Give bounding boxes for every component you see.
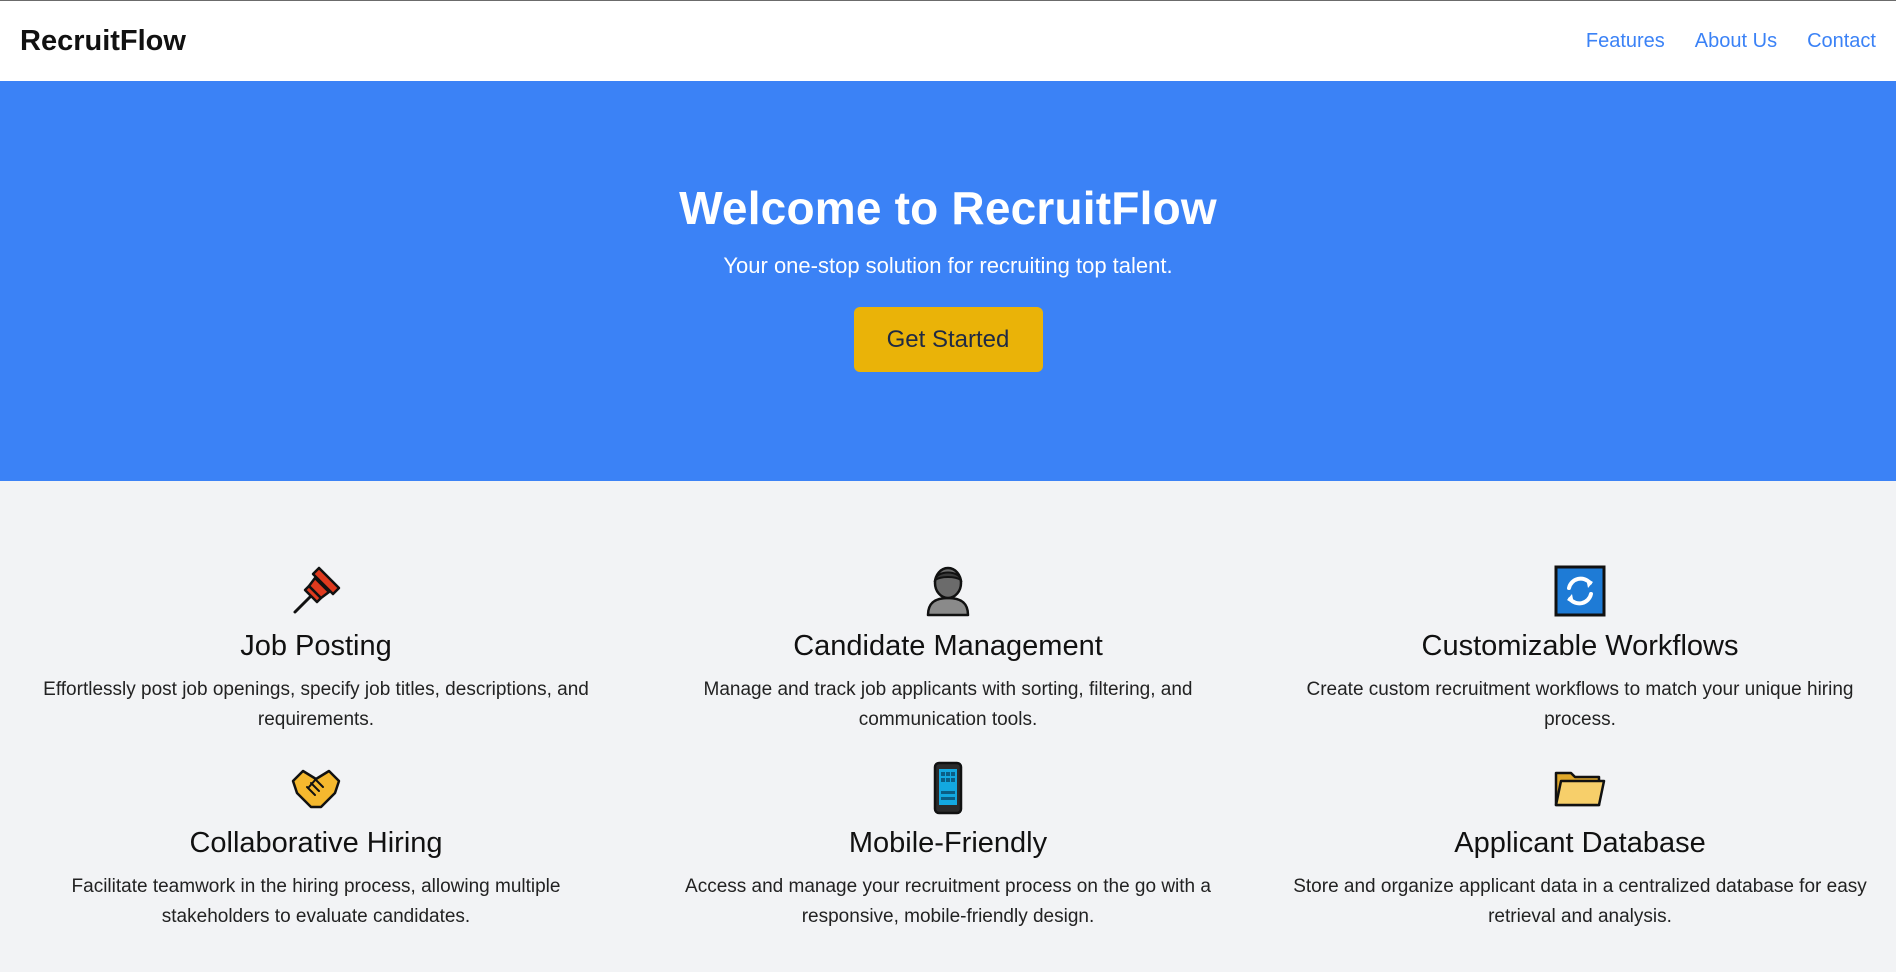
feature-card-candidate-management: Candidate Management Manage and track jo… xyxy=(632,564,1264,735)
person-icon xyxy=(921,564,975,618)
handshake-icon xyxy=(289,761,343,815)
folder-icon xyxy=(1553,761,1607,815)
hero-subtitle: Your one-stop solution for recruiting to… xyxy=(723,253,1173,278)
feature-card-job-posting: Job Posting Effortlessly post job openin… xyxy=(0,564,632,735)
feature-title: Mobile-Friendly xyxy=(848,827,1048,859)
mobile-phone-icon xyxy=(921,761,975,815)
page: RecruitFlow Features About Us Contact We… xyxy=(0,0,1896,972)
feature-title: Customizable Workflows xyxy=(1421,630,1739,662)
pushpin-icon xyxy=(289,564,343,618)
top-navbar: RecruitFlow Features About Us Contact xyxy=(0,1,1896,81)
main-nav: Features About Us Contact xyxy=(1586,30,1876,53)
nav-link-about-us[interactable]: About Us xyxy=(1695,30,1777,53)
feature-description: Store and organize applicant data in a c… xyxy=(1293,876,1867,927)
features-grid: Job Posting Effortlessly post job openin… xyxy=(0,481,1896,932)
feature-title: Candidate Management xyxy=(793,630,1103,662)
feature-card-applicant-database: Applicant Database Store and organize ap… xyxy=(1264,761,1896,932)
feature-description: Access and manage your recruitment proce… xyxy=(685,876,1211,927)
feature-description: Effortlessly post job openings, specify … xyxy=(43,679,589,730)
feature-description: Manage and track job applicants with sor… xyxy=(703,679,1193,730)
feature-card-mobile-friendly: Mobile-Friendly Access and manage your r… xyxy=(632,761,1264,932)
feature-card-customizable-workflows: Customizable Workflows Create custom rec… xyxy=(1264,564,1896,735)
hero-title: Welcome to RecruitFlow xyxy=(679,182,1217,234)
feature-description: Create custom recruitment workflows to m… xyxy=(1306,679,1854,730)
brand-logo[interactable]: RecruitFlow xyxy=(20,25,186,58)
feature-description: Facilitate teamwork in the hiring proces… xyxy=(71,876,561,927)
nav-link-contact[interactable]: Contact xyxy=(1807,30,1876,53)
refresh-icon xyxy=(1553,564,1607,618)
feature-title: Applicant Database xyxy=(1454,827,1706,859)
feature-card-collaborative-hiring: Collaborative Hiring Facilitate teamwork… xyxy=(0,761,632,932)
get-started-button[interactable]: Get Started xyxy=(853,307,1043,372)
feature-title: Job Posting xyxy=(240,630,392,662)
feature-title: Collaborative Hiring xyxy=(189,827,443,859)
nav-link-features[interactable]: Features xyxy=(1586,30,1665,53)
hero-section: Welcome to RecruitFlow Your one-stop sol… xyxy=(0,81,1896,481)
